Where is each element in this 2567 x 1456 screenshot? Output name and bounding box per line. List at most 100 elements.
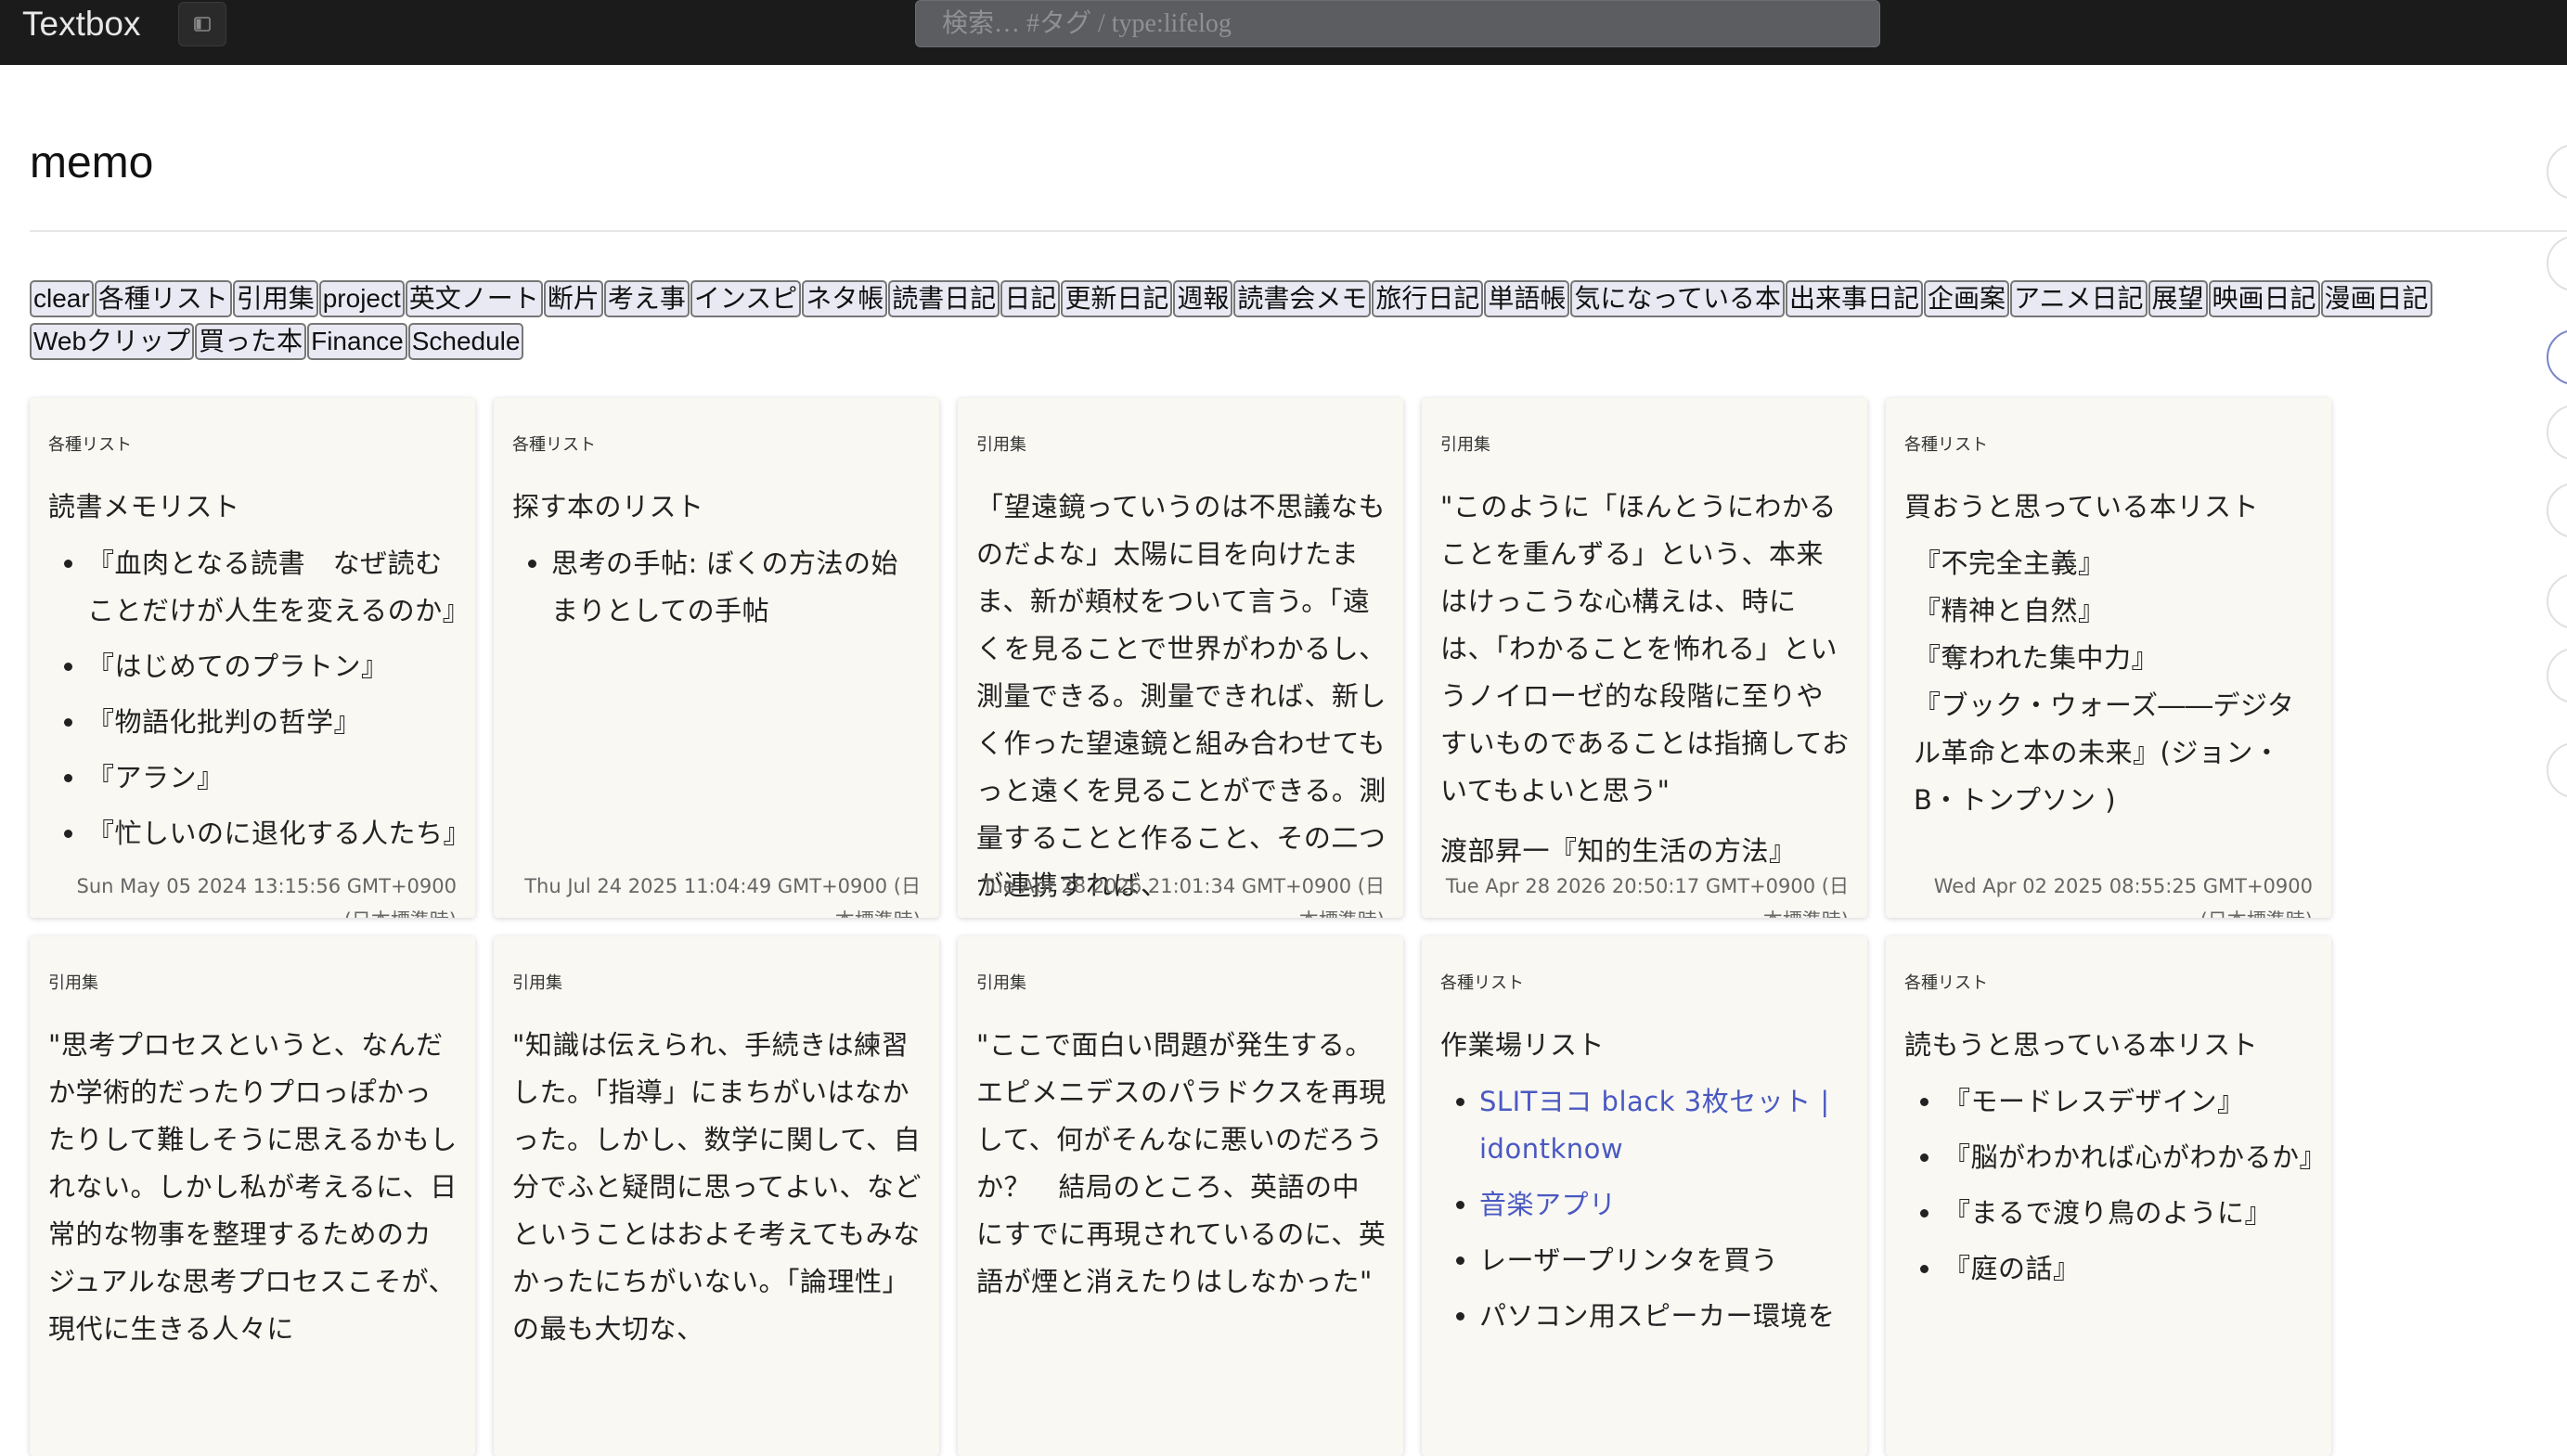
- edge-button-1[interactable]: [2547, 144, 2567, 200]
- memo-card[interactable]: 各種リスト 買おうと思っている本リスト 『不完全主義』 『精神と自然』 『奪われ…: [1886, 398, 2331, 918]
- list-item: SLITヨコ black 3枚セット | idontknow: [1479, 1078, 1851, 1173]
- card-date: Tue Apr 28 2026 21:01:34 GMT+0900 (日本標準時…: [981, 875, 1385, 918]
- tag-button[interactable]: 週報: [1173, 280, 1233, 317]
- list-item: 音楽アプリ: [1479, 1181, 1851, 1229]
- card-title: 買おうと思っている本リスト: [1904, 491, 2260, 522]
- sidebar-toggle-button[interactable]: [178, 2, 226, 46]
- list-item: レーザープリンタを買う: [1479, 1237, 1851, 1284]
- card-text: "ここで面白い問題が発生する。エピメニデスのパラドクスを再現して、何がそんなに悪…: [976, 1029, 1387, 1297]
- memo-card[interactable]: 各種リスト 作業場リスト SLITヨコ black 3枚セット | idontk…: [1422, 936, 1867, 1456]
- card-category: 引用集: [1440, 435, 1490, 454]
- card-category: 引用集: [512, 973, 562, 992]
- tag-button[interactable]: 単語帳: [1484, 280, 1570, 317]
- card-source: 渡部昇一『知的生活の方法』: [1440, 835, 1797, 867]
- tag-button[interactable]: 読書会メモ: [1233, 280, 1372, 317]
- card-body: "知識は伝えられ、手続きは練習した。「指導」にまちがいはなかった。しかし、数学に…: [512, 1022, 922, 1353]
- tag-button[interactable]: 出来事日記: [1786, 280, 1924, 317]
- tag-button[interactable]: 更新日記: [1061, 280, 1173, 317]
- tag-button[interactable]: 企画案: [1924, 280, 2010, 317]
- tag-button[interactable]: 考え事: [603, 280, 690, 317]
- card-body: 作業場リスト SLITヨコ black 3枚セット | idontknow 音楽…: [1440, 1022, 1851, 1348]
- card-text: "このように「ほんとうにわかることを重んずる」という、本来はけっこうな心構えは、…: [1440, 491, 1850, 806]
- memo-card[interactable]: 引用集 "このように「ほんとうにわかることを重んずる」という、本来はけっこうな心…: [1422, 398, 1867, 918]
- card-body: 「望遠鏡っていうのは不思議なものだよな」太陽に目を向けたまま、新が頬杖をついて言…: [976, 483, 1387, 909]
- list-link[interactable]: 音楽アプリ: [1479, 1189, 1617, 1220]
- card-body: "このように「ほんとうにわかることを重んずる」という、本来はけっこうな心構えは、…: [1440, 483, 1851, 875]
- card-category: 各種リスト: [48, 435, 132, 454]
- tag-button[interactable]: 気になっている本: [1570, 280, 1786, 317]
- list-item: 『不完全主義』: [1914, 548, 2106, 579]
- card-category: 引用集: [48, 973, 98, 992]
- tag-button[interactable]: 読書日記: [888, 280, 1000, 317]
- card-category: 各種リスト: [512, 435, 596, 454]
- page-title: memo: [30, 138, 154, 187]
- list-item: 『忙しいのに退化する人たち』: [87, 810, 471, 857]
- memo-card[interactable]: 引用集 "知識は伝えられ、手続きは練習した。「指導」にまちがいはなかった。しかし…: [494, 936, 939, 1456]
- tag-button[interactable]: Schedule: [407, 323, 524, 360]
- card-body: 買おうと思っている本リスト 『不完全主義』 『精神と自然』 『奪われた集中力』 …: [1904, 483, 2315, 824]
- tag-button[interactable]: 旅行日記: [1372, 280, 1484, 317]
- memo-card[interactable]: 引用集 "ここで面白い問題が発生する。エピメニデスのパラドクスを再現して、何がそ…: [958, 936, 1403, 1456]
- memo-card[interactable]: 各種リスト 読もうと思っている本リスト 『モードレスデザイン』 『脳がわかれば心…: [1886, 936, 2331, 1456]
- card-list: SLITヨコ black 3枚セット | idontknow 音楽アプリ レーザ…: [1440, 1078, 1851, 1340]
- tag-button[interactable]: 各種リスト: [94, 280, 232, 317]
- tag-clear[interactable]: clear: [30, 280, 94, 317]
- tag-button[interactable]: インスピ: [690, 280, 802, 317]
- list-item: 『精神と自然』: [1914, 595, 2106, 626]
- list-item: パソコン用スピーカー環境を: [1479, 1293, 1851, 1340]
- card-body: 探す本のリスト 思考の手帖: ぼくの方法の始まりとしての手帖: [512, 483, 922, 643]
- card-text: "知識は伝えられ、手続きは練習した。「指導」にまちがいはなかった。しかし、数学に…: [512, 1029, 922, 1345]
- edge-button-6[interactable]: [2547, 573, 2567, 629]
- tag-button[interactable]: Finance: [307, 323, 407, 360]
- list-item: 『まるで渡り鳥のように』: [1943, 1190, 2315, 1237]
- tag-button[interactable]: 英文ノート: [405, 280, 543, 317]
- app-title: Textbox: [22, 5, 141, 43]
- edge-button-4[interactable]: [2547, 405, 2567, 460]
- tag-button[interactable]: ネタ帳: [802, 280, 888, 317]
- card-date: Wed Apr 02 2025 08:55:25 GMT+0900 (日本標準時…: [1933, 875, 2313, 918]
- tag-button[interactable]: 買った本: [195, 323, 307, 360]
- search-input[interactable]: [915, 0, 1880, 47]
- list-item: 『物語化批判の哲学』: [87, 699, 458, 746]
- card-category: 各種リスト: [1904, 435, 1988, 454]
- card-date: Thu Jul 24 2025 11:04:49 GMT+0900 (日本標準時…: [524, 875, 921, 918]
- tag-button[interactable]: 漫画日記: [2320, 280, 2432, 317]
- list-item: 『アラン』: [87, 754, 458, 802]
- sidebar-icon: [194, 17, 211, 32]
- card-list: 『血肉となる読書 なぜ読むことだけが人生を変えるのか』 『はじめてのプラトン』 …: [48, 540, 471, 857]
- card-date: Sun May 05 2024 13:15:56 GMT+0900 (日本標準時…: [76, 875, 457, 918]
- list-item: 『庭の話』: [1943, 1245, 2315, 1293]
- card-title: 読もうと思っている本リスト: [1904, 1029, 2259, 1061]
- card-category: 各種リスト: [1440, 973, 1524, 992]
- memo-card[interactable]: 各種リスト 読書メモリスト 『血肉となる読書 なぜ読むことだけが人生を変えるのか…: [30, 398, 475, 918]
- edge-button-7[interactable]: [2547, 648, 2567, 703]
- card-category: 引用集: [976, 973, 1026, 992]
- card-body: 読書メモリスト 『血肉となる読書 なぜ読むことだけが人生を変えるのか』 『はじめ…: [48, 483, 471, 866]
- tag-button[interactable]: 断片: [543, 280, 603, 317]
- tag-button[interactable]: Webクリップ: [30, 323, 195, 360]
- list-item: 『血肉となる読書 なぜ読むことだけが人生を変えるのか』: [87, 540, 470, 635]
- list-item: 『ブック・ウォーズ――デジタル革命と本の未来』(ジョン・B・トンプソン ): [1914, 689, 2295, 816]
- edge-button-5[interactable]: [2547, 483, 2567, 538]
- tag-button[interactable]: project: [318, 280, 405, 317]
- list-item: 『脳がわかれば心がわかるか』: [1943, 1134, 2327, 1181]
- tag-button[interactable]: 映画日記: [2208, 280, 2320, 317]
- list-item: 『はじめてのプラトン』: [87, 643, 458, 690]
- card-list: 思考の手帖: ぼくの方法の始まりとしての手帖: [512, 540, 922, 635]
- top-bar: Textbox: [0, 0, 2567, 65]
- memo-card[interactable]: 引用集 「望遠鏡っていうのは不思議なものだよな」太陽に目を向けたまま、新が頬杖を…: [958, 398, 1403, 918]
- card-text: "思考プロセスというと、なんだか学術的だったりプロっぽかったりして難しそうに思え…: [48, 1029, 458, 1345]
- card-category: 各種リスト: [1904, 973, 1988, 992]
- tag-button[interactable]: アニメ日記: [2010, 280, 2148, 317]
- card-category: 引用集: [976, 435, 1026, 454]
- tag-button[interactable]: 引用集: [232, 280, 318, 317]
- memo-card[interactable]: 各種リスト 探す本のリスト 思考の手帖: ぼくの方法の始まりとしての手帖 Thu…: [494, 398, 939, 918]
- card-text: 「望遠鏡っていうのは不思議なものだよな」太陽に目を向けたまま、新が頬杖をついて言…: [976, 491, 1387, 901]
- tag-button[interactable]: 日記: [1000, 280, 1061, 317]
- list-item: 思考の手帖: ぼくの方法の始まりとしての手帖: [551, 540, 922, 635]
- tag-button[interactable]: 展望: [2148, 280, 2208, 317]
- card-title: 探す本のリスト: [512, 491, 704, 522]
- memo-card[interactable]: 引用集 "思考プロセスというと、なんだか学術的だったりプロっぽかったりして難しそ…: [30, 936, 475, 1456]
- list-link[interactable]: SLITヨコ black 3枚セット | idontknow: [1479, 1086, 1830, 1165]
- edge-button-8[interactable]: [2547, 742, 2567, 798]
